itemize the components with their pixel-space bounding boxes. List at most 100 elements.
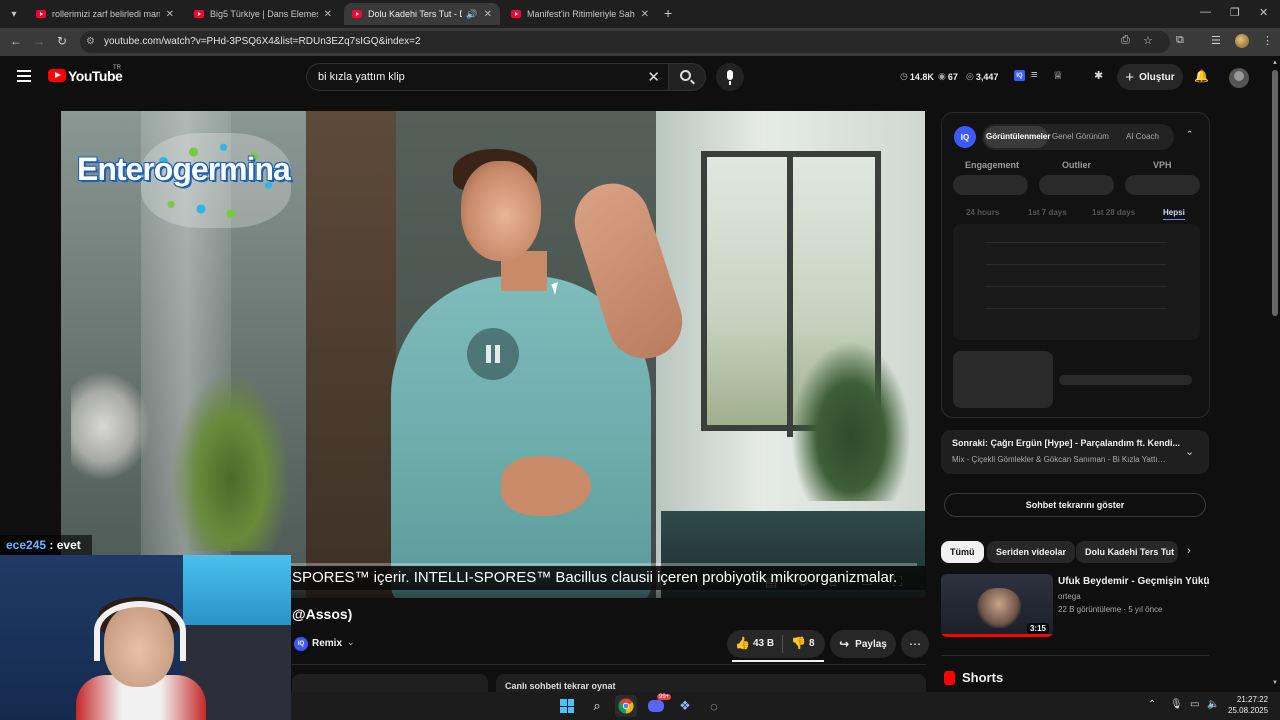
range-all[interactable]: Hepsi	[1163, 208, 1185, 220]
clear-search-icon[interactable]: ✕	[647, 68, 660, 86]
youtube-logo-icon[interactable]	[48, 69, 66, 82]
chip-all[interactable]: Tümü	[941, 541, 984, 563]
extensions-icon[interactable]: ⧉	[1176, 34, 1184, 47]
metric-vph-label: VPH	[1153, 160, 1172, 170]
taskbar-search-icon[interactable]: ⌕	[586, 695, 608, 717]
extension-sparkle-icon[interactable]: ✱	[1094, 69, 1103, 82]
bookmark-star-icon[interactable]: ☆	[1143, 34, 1153, 47]
more-vertical-icon[interactable]: ⋮	[1200, 576, 1211, 589]
chevron-down-icon[interactable]: ⌄	[347, 637, 355, 648]
tray-volume-icon[interactable]: 🔈	[1207, 699, 1219, 710]
install-app-icon[interactable]: ⎙	[1121, 34, 1130, 47]
remix-button[interactable]: Remix	[312, 638, 342, 649]
tab-views[interactable]: Görüntülenmeler	[986, 132, 1050, 141]
next-up-card[interactable]: Sonraki: Çağrı Ergün [Hype] - Parçalandı…	[941, 430, 1209, 474]
range-24h[interactable]: 24 hours	[966, 208, 999, 217]
chevron-up-icon[interactable]: ⌃	[1186, 129, 1194, 140]
chevron-down-icon[interactable]: ⌄	[1185, 445, 1194, 458]
forward-arrow-icon[interactable]: →	[33, 34, 45, 48]
page-scrollbar[interactable]	[1270, 56, 1280, 692]
new-tab-button[interactable]: +	[664, 5, 672, 21]
close-icon[interactable]: ✕	[166, 9, 174, 20]
tray-chevron-up-icon[interactable]: ⌃	[1148, 699, 1156, 710]
close-icon[interactable]: ✕	[324, 9, 332, 20]
clock-date: 25.08.2025	[1228, 706, 1269, 715]
scrollbar-thumb[interactable]	[1272, 70, 1278, 316]
browser-toolbar: ← → ↻ ⚙ youtube.com/watch?v=PHd-3PSQ6X4&…	[0, 28, 1280, 56]
restore-icon[interactable]: ❐	[1230, 6, 1240, 19]
discord-icon[interactable]: 99+	[645, 694, 672, 717]
share-arrow-icon: ↪	[839, 637, 850, 651]
thumbs-up-icon[interactable]: 👍	[735, 636, 750, 650]
reload-icon[interactable]: ↻	[57, 34, 67, 48]
voice-search-button[interactable]	[716, 63, 744, 91]
video-person	[501, 456, 591, 516]
brand-logo-overlay: Enterogermina	[77, 151, 291, 187]
site-info-icon[interactable]: ⚙	[86, 36, 98, 48]
search-input[interactable]: bi kızla yattım klip ✕	[306, 63, 668, 91]
video-player[interactable]: Enterogermina ▤ ⚙ ⧈ ▭ ⛶	[61, 111, 925, 598]
create-button[interactable]: + Oluştur	[1117, 64, 1183, 90]
account-avatar[interactable]	[1229, 68, 1249, 88]
tab-title: rollerimizi zarf belirledi manife	[52, 9, 160, 19]
app-icon-2[interactable]: ◌	[703, 695, 725, 717]
thumbnail-scene	[977, 588, 1021, 628]
tab-ai-coach[interactable]: AI Coach	[1126, 132, 1159, 141]
browser-tab-4[interactable]: Manifest'in Ritimleriyle Sahned ✕	[503, 3, 657, 25]
dislike-count[interactable]: 8	[809, 638, 815, 649]
recommendation-channel[interactable]: ortega	[1058, 592, 1081, 601]
trophy-icon[interactable]: ♕	[1053, 69, 1063, 82]
tab-search-button[interactable]: ▾	[4, 4, 24, 24]
app-icon[interactable]: ❖	[674, 695, 696, 717]
speaker-icon[interactable]: 🔊	[466, 9, 477, 20]
list-icon[interactable]: ≡	[1031, 69, 1037, 81]
extension-tabs: Görüntülenmeler Genel Görünüm AI Coach	[982, 124, 1174, 150]
browser-tab-2[interactable]: Big5 Türkiye | Dans Elemesi 2. F ✕	[186, 3, 340, 25]
chevron-right-icon[interactable]: ›	[1187, 545, 1191, 557]
recommendation-title[interactable]: Ufuk Beydemir - Geçmişin Yükü	[1058, 576, 1210, 587]
address-bar[interactable]: ⚙ youtube.com/watch?v=PHd-3PSQ6X4&list=R…	[80, 31, 1170, 53]
analytics-chart	[953, 224, 1200, 340]
tab-overview[interactable]: Genel Görünüm	[1052, 132, 1109, 141]
ticker-text: SPORES™ içerir. INTELLI-SPORES™ Bacillus…	[292, 569, 898, 586]
chrome-icon[interactable]	[615, 695, 637, 717]
show-chat-replay-button[interactable]: Sohbet tekrarını göster	[944, 493, 1206, 517]
minimize-icon[interactable]: —	[1200, 6, 1211, 18]
chart-gridline	[985, 308, 1167, 309]
scroll-down-icon[interactable]: ▼	[1272, 680, 1278, 686]
range-7d[interactable]: 1st 7 days	[1028, 208, 1067, 217]
iq-extension-icon[interactable]: IQ	[1014, 70, 1025, 81]
thumbs-down-icon[interactable]: 👎	[791, 636, 806, 650]
taskbar-clock[interactable]: 21:27:22 25.08.2025	[1228, 694, 1268, 716]
windows-start-icon[interactable]	[556, 695, 578, 717]
ad-ticker: SPORES™ içerir. INTELLI-SPORES™ Bacillus…	[290, 566, 926, 590]
back-arrow-icon[interactable]: ←	[10, 34, 22, 48]
recommendation-thumbnail[interactable]: 3:15	[941, 574, 1053, 637]
stat-value: 67	[947, 71, 958, 82]
scroll-up-icon[interactable]: ▲	[1272, 60, 1278, 66]
browser-tab-1[interactable]: rollerimizi zarf belirledi manife ✕	[28, 3, 182, 25]
share-button[interactable]: ↪ Paylaş	[830, 630, 896, 658]
tray-mic-icon[interactable]: 🎙	[1170, 699, 1183, 710]
video-duration: 3:15	[1026, 623, 1049, 634]
close-icon[interactable]: ✕	[484, 9, 492, 20]
like-count[interactable]: 43 B	[753, 638, 774, 649]
close-icon[interactable]: ✕	[641, 9, 649, 20]
range-28d[interactable]: 1st 28 days	[1092, 208, 1135, 217]
search-button[interactable]	[668, 63, 706, 91]
iq-logo-icon: IQ	[954, 126, 976, 148]
reading-list-icon[interactable]: ☰	[1211, 34, 1221, 47]
chip-series-videos[interactable]: Seriden videolar	[987, 541, 1076, 563]
stat-views: ◷ 14.8K	[900, 71, 934, 82]
tray-display-icon[interactable]: ▭	[1190, 699, 1199, 710]
more-actions-icon[interactable]: ⋯	[901, 630, 929, 658]
metric-outlier-label: Outlier	[1062, 160, 1092, 170]
browser-menu-icon[interactable]: ⋮	[1262, 34, 1273, 47]
browser-tab-3-active[interactable]: Dolu Kadehi Ters Tut - Dile 🔊 ✕	[344, 3, 500, 25]
chip-dolu-kadehi[interactable]: Dolu Kadehi Ters Tut	[1076, 541, 1178, 563]
window-close-icon[interactable]: ✕	[1259, 6, 1268, 19]
hamburger-menu-icon[interactable]	[17, 70, 31, 82]
pause-icon[interactable]	[467, 328, 519, 380]
profile-avatar-icon[interactable]	[1235, 34, 1249, 48]
notifications-bell-icon[interactable]: 🔔	[1194, 69, 1209, 83]
